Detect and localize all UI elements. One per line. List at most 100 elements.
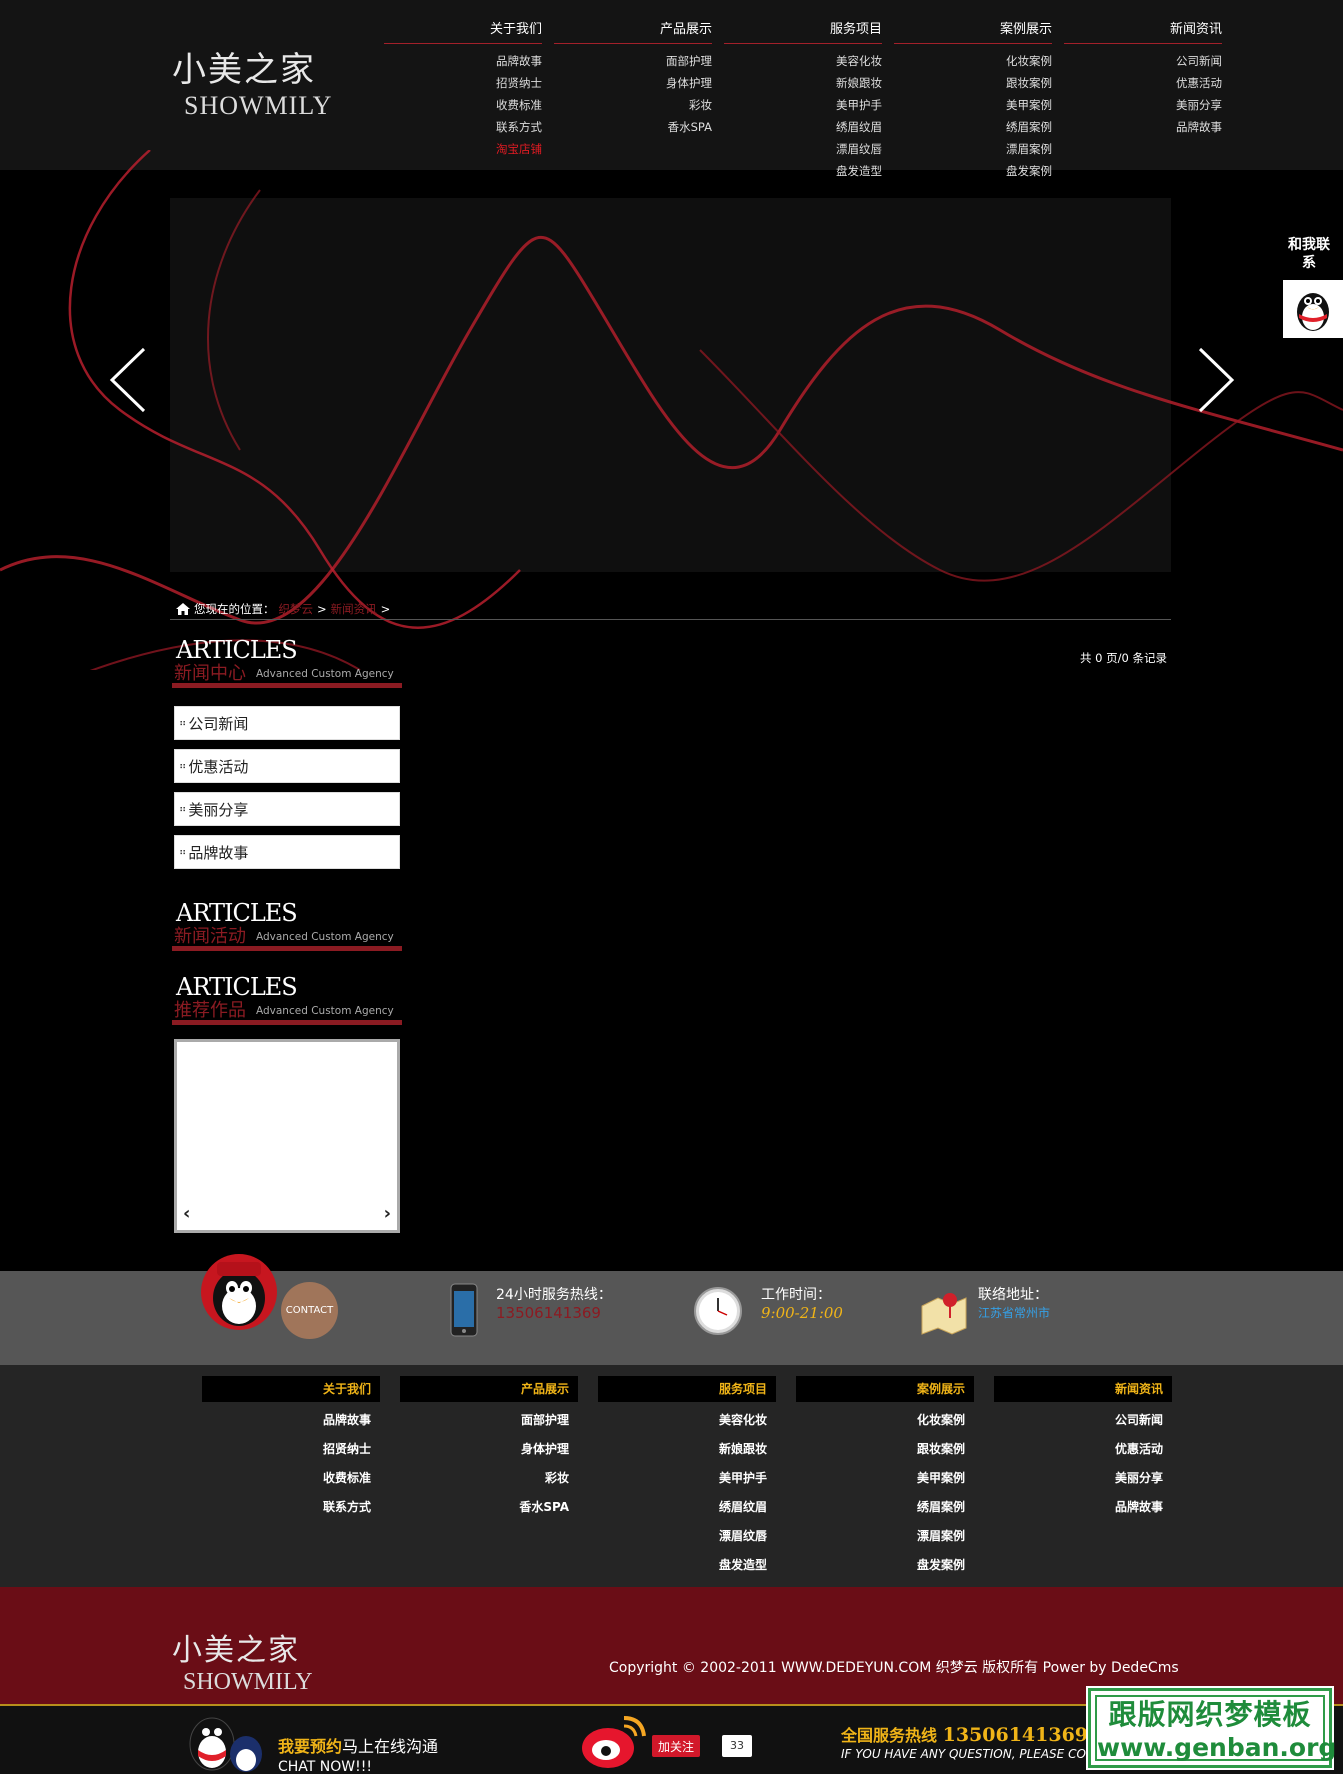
site-logo[interactable]: 小美之家 SHOWMILY bbox=[172, 42, 332, 121]
footer-link[interactable]: 跟妆案例 bbox=[796, 1435, 974, 1464]
footer-link[interactable]: 品牌故事 bbox=[994, 1493, 1172, 1522]
nav-link[interactable]: 品牌故事 bbox=[372, 50, 542, 72]
category-item[interactable]: ⠶ 公司新闻 bbox=[174, 706, 400, 740]
carousel-next-icon[interactable]: › bbox=[384, 1203, 391, 1224]
nav-link[interactable]: 美容化妆 bbox=[712, 50, 882, 72]
float-contact[interactable]: 和我联系 bbox=[1283, 236, 1343, 338]
slider-next-arrow-icon[interactable] bbox=[1196, 345, 1236, 415]
footer-link[interactable]: 美甲案例 bbox=[796, 1464, 974, 1493]
heading-en: Advanced Custom Agency bbox=[256, 931, 394, 943]
national-hotline: 全国服务热线 13506141369 IF YOU HAVE ANY QUEST… bbox=[841, 1722, 1088, 1761]
category-list: ⠶ 公司新闻 ⠶ 优惠活动 ⠶ 美丽分享 ⠶ 品牌故事 bbox=[172, 706, 404, 869]
chat-en: CHAT NOW!!! bbox=[278, 1759, 372, 1774]
bullet-icon: ⠶ bbox=[179, 760, 186, 772]
footer-link[interactable]: 漂眉纹唇 bbox=[598, 1522, 776, 1551]
breadcrumb-link-home[interactable]: 织梦云 bbox=[279, 601, 314, 617]
chat-now[interactable]: 我要预约马上在线沟通 CHAT NOW!!! bbox=[278, 1733, 438, 1774]
breadcrumb-separator: > bbox=[317, 602, 327, 616]
footer-link[interactable]: 公司新闻 bbox=[994, 1406, 1172, 1435]
hours-value: 9:00-21:00 bbox=[761, 1304, 843, 1322]
category-label: 品牌故事 bbox=[188, 843, 249, 862]
sidebar: ARTICLES 新闻中心 Advanced Custom Agency ⠶ 公… bbox=[172, 636, 404, 1233]
nav-link[interactable]: 绣眉案例 bbox=[882, 116, 1052, 138]
footer-link[interactable]: 漂眉案例 bbox=[796, 1522, 974, 1551]
footer-link[interactable]: 盘发造型 bbox=[598, 1551, 776, 1580]
nav-link[interactable]: 公司新闻 bbox=[1052, 50, 1222, 72]
hotline-info: 24小时服务热线： 13506141369 bbox=[496, 1284, 612, 1322]
nav-head-cases[interactable]: 案例展示 bbox=[894, 18, 1052, 44]
footer-link[interactable]: 化妆案例 bbox=[796, 1406, 974, 1435]
nav-head-about[interactable]: 关于我们 bbox=[384, 18, 542, 44]
nav-link[interactable]: 身体护理 bbox=[542, 72, 712, 94]
nav-link[interactable]: 品牌故事 bbox=[1052, 116, 1222, 138]
footer-col-cases: 案例展示 化妆案例 跟妆案例 美甲案例 绣眉案例 漂眉案例 盘发案例 bbox=[796, 1376, 974, 1580]
category-label: 公司新闻 bbox=[188, 714, 249, 733]
nav-link[interactable]: 收费标准 bbox=[372, 94, 542, 116]
nav-link[interactable]: 面部护理 bbox=[542, 50, 712, 72]
nav-link[interactable]: 香水SPA bbox=[542, 116, 712, 138]
slider-prev-arrow-icon[interactable] bbox=[108, 345, 148, 415]
nav-link[interactable]: 美甲案例 bbox=[882, 94, 1052, 116]
home-icon[interactable] bbox=[176, 603, 190, 615]
footer-logo-cn: 小美之家 bbox=[172, 1633, 300, 1668]
chat-rest: 马上在线沟通 bbox=[342, 1737, 439, 1756]
nav-head-news[interactable]: 新闻资讯 bbox=[1064, 18, 1222, 44]
footer-link[interactable]: 香水SPA bbox=[400, 1493, 578, 1522]
footer-link[interactable]: 面部护理 bbox=[400, 1406, 578, 1435]
nav-link[interactable]: 联系方式 bbox=[372, 116, 542, 138]
footer-link[interactable]: 收费标准 bbox=[202, 1464, 380, 1493]
weibo-icon[interactable] bbox=[580, 1708, 652, 1772]
nav-link[interactable]: 跟妆案例 bbox=[882, 72, 1052, 94]
news-center-heading: ARTICLES 新闻中心 Advanced Custom Agency bbox=[172, 636, 404, 688]
contact-badge[interactable]: CONTACT bbox=[281, 1282, 338, 1339]
heading-cn: 新闻活动 bbox=[174, 926, 246, 947]
footer-link[interactable]: 绣眉纹眉 bbox=[598, 1493, 776, 1522]
chat-strong: 我要预约 bbox=[278, 1737, 343, 1756]
footer-link[interactable]: 美甲护手 bbox=[598, 1464, 776, 1493]
footer-link[interactable]: 美丽分享 bbox=[994, 1464, 1172, 1493]
footer-link[interactable]: 美容化妆 bbox=[598, 1406, 776, 1435]
nav-link[interactable]: 化妆案例 bbox=[882, 50, 1052, 72]
qq-penguin-icon[interactable] bbox=[1283, 280, 1343, 338]
footer-link[interactable]: 盘发案例 bbox=[796, 1551, 974, 1580]
footer-link[interactable]: 优惠活动 bbox=[994, 1435, 1172, 1464]
footer-link[interactable]: 彩妆 bbox=[400, 1464, 578, 1493]
footer-logo[interactable]: 小美之家 SHOWMILY bbox=[172, 1625, 313, 1696]
category-item[interactable]: ⠶ 品牌故事 bbox=[174, 835, 400, 869]
logo-cn: 小美之家 bbox=[172, 50, 316, 90]
footer-link[interactable]: 身体护理 bbox=[400, 1435, 578, 1464]
weibo-follow-button[interactable]: 加关注 bbox=[652, 1735, 701, 1757]
phone-icon bbox=[450, 1283, 478, 1337]
footer-col-news: 新闻资讯 公司新闻 优惠活动 美丽分享 品牌故事 bbox=[994, 1376, 1172, 1522]
footer-col-heading[interactable]: 服务项目 bbox=[598, 1376, 776, 1402]
nav-link[interactable]: 优惠活动 bbox=[1052, 72, 1222, 94]
footer-link[interactable]: 新娘跟妆 bbox=[598, 1435, 776, 1464]
nav-link[interactable]: 美丽分享 bbox=[1052, 94, 1222, 116]
nav-link[interactable]: 新娘跟妆 bbox=[712, 72, 882, 94]
qq-chat-icon[interactable] bbox=[180, 1708, 270, 1774]
carousel-prev-icon[interactable]: ‹ bbox=[183, 1203, 190, 1224]
footer-col-heading[interactable]: 案例展示 bbox=[796, 1376, 974, 1402]
footer-link[interactable]: 绣眉案例 bbox=[796, 1493, 974, 1522]
site-header: 小美之家 SHOWMILY 关于我们 品牌故事 招贤纳士 收费标准 联系方式 淘… bbox=[0, 0, 1343, 178]
nav-head-services[interactable]: 服务项目 bbox=[724, 18, 882, 44]
footer-link[interactable]: 品牌故事 bbox=[202, 1406, 380, 1435]
footer-link[interactable]: 招贤纳士 bbox=[202, 1435, 380, 1464]
footer-col-heading[interactable]: 关于我们 bbox=[202, 1376, 380, 1402]
heading-underline bbox=[172, 683, 402, 688]
nav-link[interactable]: 招贤纳士 bbox=[372, 72, 542, 94]
address-info: 联络地址： 江苏省常州市 bbox=[978, 1284, 1050, 1321]
nav-head-products[interactable]: 产品展示 bbox=[554, 18, 712, 44]
footer-col-heading[interactable]: 新闻资讯 bbox=[994, 1376, 1172, 1402]
genban-watermark: 跟版网织梦模板 www.genban.org bbox=[1086, 1686, 1336, 1770]
breadcrumb-link-news[interactable]: 新闻资讯 bbox=[331, 601, 377, 617]
nav-link[interactable]: 彩妆 bbox=[542, 94, 712, 116]
nav-link[interactable]: 美甲护手 bbox=[712, 94, 882, 116]
hours-info: 工作时间： 9:00-21:00 bbox=[761, 1284, 843, 1322]
category-item[interactable]: ⠶ 优惠活动 bbox=[174, 749, 400, 783]
category-item[interactable]: ⠶ 美丽分享 bbox=[174, 792, 400, 826]
nav-link[interactable]: 绣眉纹眉 bbox=[712, 116, 882, 138]
hotline2-question: IF YOU HAVE ANY QUESTION, PLEASE CO bbox=[841, 1747, 1086, 1761]
footer-col-heading[interactable]: 产品展示 bbox=[400, 1376, 578, 1402]
footer-link[interactable]: 联系方式 bbox=[202, 1493, 380, 1522]
